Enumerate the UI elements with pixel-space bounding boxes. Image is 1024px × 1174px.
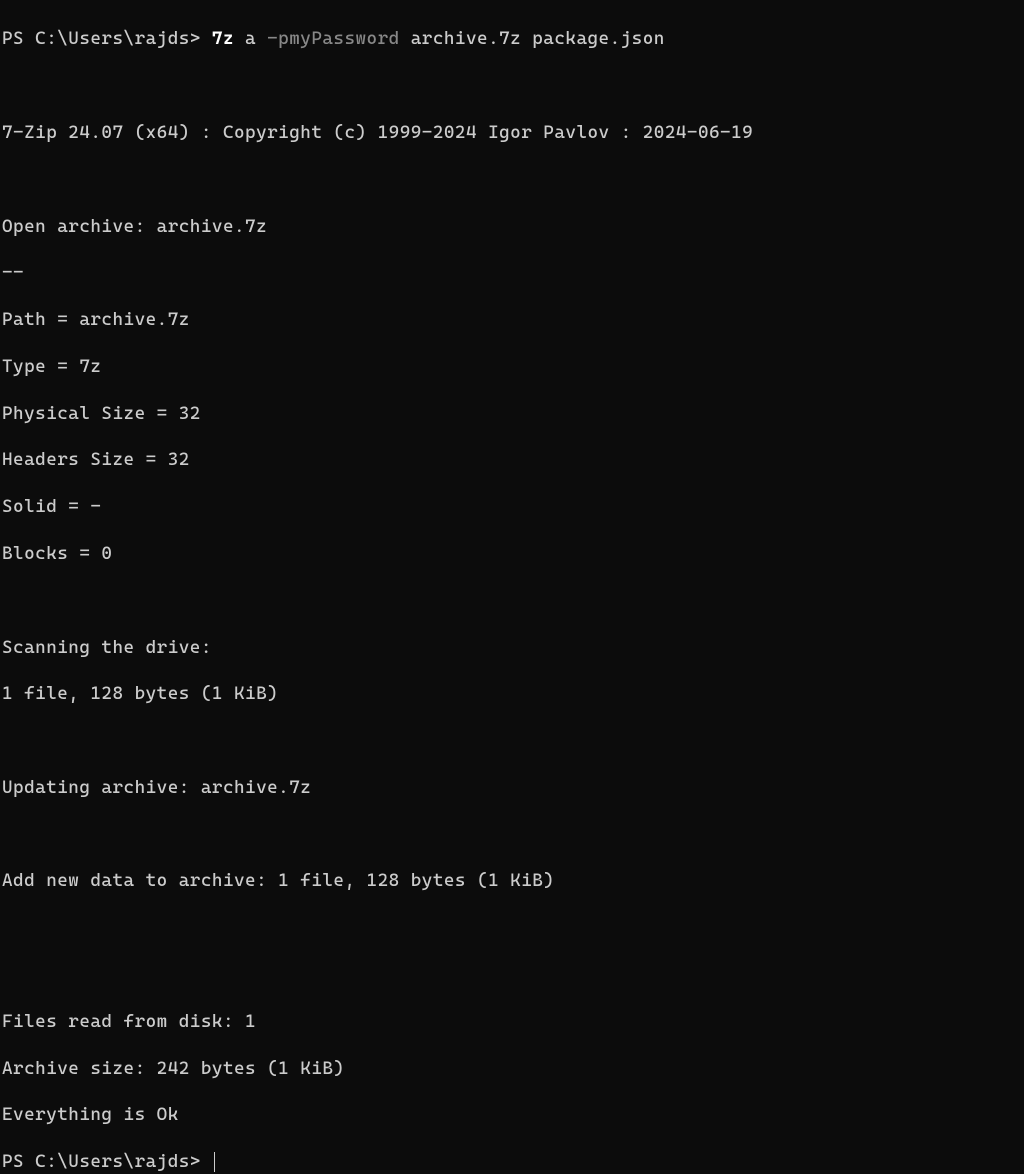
cursor-icon bbox=[214, 1152, 215, 1172]
prompt-prefix: PS C:\Users\rajds> bbox=[2, 1151, 212, 1172]
command-args: archive.7z package.json bbox=[400, 28, 665, 49]
output-line bbox=[2, 74, 1022, 97]
output-archive-size: Archive size: 242 bytes (1 KiB) bbox=[2, 1057, 1022, 1080]
output-status-ok: Everything is Ok bbox=[2, 1103, 1022, 1126]
command-line-1: PS C:\Users\rajds> 7z a -pmyPassword arc… bbox=[2, 27, 1022, 50]
output-open-archive: Open archive: archive.7z bbox=[2, 215, 1022, 238]
output-scan-result: 1 file, 128 bytes (1 KiB) bbox=[2, 682, 1022, 705]
output-line bbox=[2, 963, 1022, 986]
output-physical-size: Physical Size = 32 bbox=[2, 402, 1022, 425]
output-line bbox=[2, 823, 1022, 846]
command-subcommand: a bbox=[234, 28, 267, 49]
output-blocks: Blocks = 0 bbox=[2, 542, 1022, 565]
terminal-output[interactable]: PS C:\Users\rajds> 7z a -pmyPassword arc… bbox=[2, 4, 1022, 1174]
output-line bbox=[2, 916, 1022, 939]
output-scanning: Scanning the drive: bbox=[2, 636, 1022, 659]
output-headers-size: Headers Size = 32 bbox=[2, 448, 1022, 471]
output-solid: Solid = - bbox=[2, 495, 1022, 518]
output-type: Type = 7z bbox=[2, 355, 1022, 378]
output-add-new: Add new data to archive: 1 file, 128 byt… bbox=[2, 869, 1022, 892]
output-path: Path = archive.7z bbox=[2, 308, 1022, 331]
output-line bbox=[2, 589, 1022, 612]
output-version: 7-Zip 24.07 (x64) : Copyright (c) 1999-2… bbox=[2, 121, 1022, 144]
command-flag: -pmyPassword bbox=[267, 28, 400, 49]
output-line bbox=[2, 168, 1022, 191]
command-executable: 7z bbox=[212, 28, 234, 49]
prompt-prefix: PS C:\Users\rajds> bbox=[2, 28, 212, 49]
output-updating: Updating archive: archive.7z bbox=[2, 776, 1022, 799]
output-files-read: Files read from disk: 1 bbox=[2, 1010, 1022, 1033]
command-line-2[interactable]: PS C:\Users\rajds> bbox=[2, 1150, 1022, 1173]
output-line bbox=[2, 729, 1022, 752]
output-separator: -- bbox=[2, 261, 1022, 284]
